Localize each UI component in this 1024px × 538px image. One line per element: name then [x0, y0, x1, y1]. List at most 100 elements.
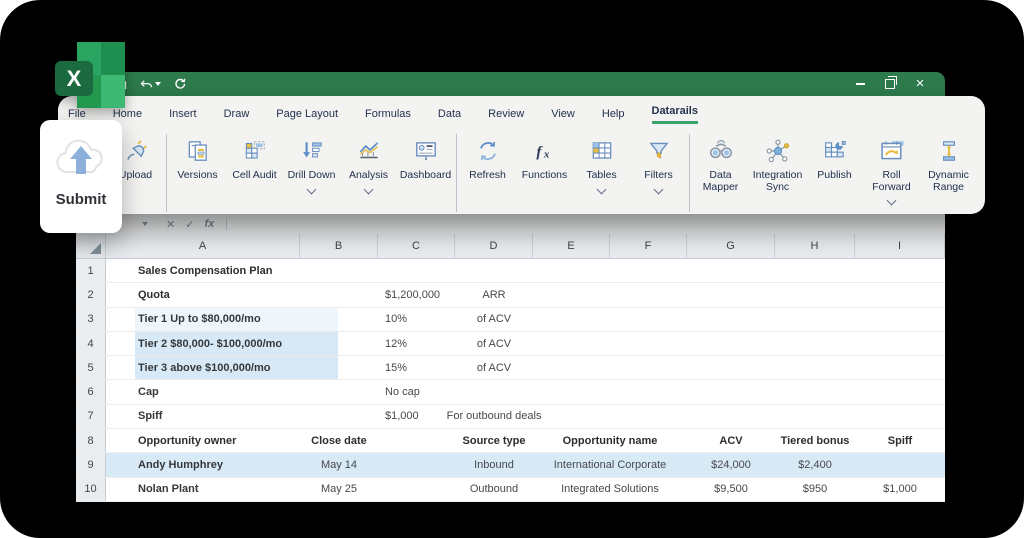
cell-D2[interactable]: ARR [455, 283, 533, 306]
cell-C2[interactable]: $1,200,000 [378, 283, 455, 306]
refresh-button[interactable]: Refresh [459, 136, 516, 193]
tab-help[interactable]: Help [602, 108, 625, 124]
chevron-down-icon[interactable] [653, 184, 664, 194]
row-header-9[interactable]: 9 [76, 453, 106, 477]
cell-A4[interactable]: Tier 2 $80,000- $100,000/mo [106, 332, 300, 355]
insert-function-icon[interactable]: fx [204, 218, 214, 230]
cell-C3[interactable]: 10% [378, 308, 455, 331]
close-button[interactable]: × [913, 76, 927, 91]
dashboard-button[interactable]: Dashboard [397, 136, 454, 193]
row-header-2[interactable]: 2 [76, 283, 106, 307]
cell-C6[interactable]: No cap [378, 380, 455, 403]
cell-G9[interactable]: $24,000 [687, 453, 775, 476]
cell-A3[interactable]: Tier 1 Up to $80,000/mo [106, 308, 300, 331]
cell-H10[interactable]: $950 [775, 478, 855, 501]
versions-button[interactable]: Versions [169, 136, 226, 193]
cell-D5[interactable]: of ACV [455, 356, 533, 379]
filters-button[interactable]: Filters [630, 136, 687, 194]
cell-D9[interactable]: Inbound [455, 453, 533, 476]
minimize-button[interactable] [853, 77, 867, 91]
row-header-4[interactable]: 4 [76, 331, 106, 356]
chevron-down-icon[interactable] [306, 184, 317, 194]
redo-icon[interactable] [174, 78, 186, 90]
tab-datarails[interactable]: Datarails [651, 105, 698, 124]
cell-H8[interactable]: Tiered bonus [775, 429, 855, 452]
cell-A2[interactable]: Quota [106, 283, 300, 306]
cell-A5[interactable]: Tier 3 above $100,000/mo [106, 356, 300, 379]
cell-A7[interactable]: Spiff [106, 405, 300, 428]
cell-B8[interactable]: Close date [300, 429, 378, 452]
row-header-3[interactable]: 3 [76, 307, 106, 331]
cell-C5[interactable]: 15% [378, 356, 455, 379]
column-header-H[interactable]: H [775, 234, 855, 258]
maximize-button[interactable] [883, 76, 897, 91]
chevron-down-icon[interactable] [363, 184, 374, 194]
tables-button[interactable]: Tables [573, 136, 630, 194]
data-mapper-button[interactable]: Data Mapper [692, 136, 749, 204]
cell-audit-icon [240, 136, 270, 166]
cell-G10[interactable]: $9,500 [687, 478, 775, 501]
cell-D3[interactable]: of ACV [455, 308, 533, 331]
chevron-down-icon[interactable] [596, 184, 607, 194]
cell-H9[interactable]: $2,400 [775, 453, 855, 476]
cell-D4[interactable]: of ACV [455, 332, 533, 355]
cell-A10[interactable]: Nolan Plant [106, 478, 300, 501]
column-header-C[interactable]: C [378, 234, 455, 258]
publish-button[interactable]: Publish [806, 136, 863, 204]
tab-page-layout[interactable]: Page Layout [276, 108, 338, 124]
tab-draw[interactable]: Draw [224, 108, 250, 124]
select-all-corner[interactable] [76, 234, 106, 258]
column-header-G[interactable]: G [687, 234, 775, 258]
column-header-B[interactable]: B [300, 234, 378, 258]
submit-button[interactable]: Submit [40, 120, 122, 233]
integration-sync-button[interactable]: Integration Sync [749, 136, 806, 204]
cell-A9[interactable]: Andy Humphrey [106, 453, 300, 476]
column-header-D[interactable]: D [455, 234, 533, 258]
column-header-I[interactable]: I [855, 234, 945, 258]
cell-audit-button[interactable]: Cell Audit [226, 136, 283, 193]
row-header-8[interactable]: 8 [76, 429, 106, 453]
cell-E9[interactable]: International Corporate [533, 453, 687, 476]
tab-review[interactable]: Review [488, 108, 524, 124]
cell-A6[interactable]: Cap [106, 380, 300, 403]
cell-E8[interactable]: Opportunity name [533, 429, 687, 452]
dynamic-range-button[interactable]: Dynamic Range [920, 136, 977, 204]
column-header-F[interactable]: F [610, 234, 687, 258]
tab-view[interactable]: View [551, 108, 575, 124]
cancel-icon[interactable]: ✕ [166, 218, 175, 231]
confirm-icon[interactable]: ✓ [185, 218, 194, 231]
sheet-row-3: 3 Tier 1 Up to $80,000/mo 10% of ACV [76, 307, 945, 332]
cell-B9[interactable]: May 14 [300, 453, 378, 476]
analysis-button[interactable]: Analysis [340, 136, 397, 194]
row-header-7[interactable]: 7 [76, 404, 106, 429]
drill-down-button[interactable]: Drill Down [283, 136, 340, 194]
row-header-1[interactable]: 1 [76, 259, 106, 283]
column-header-E[interactable]: E [533, 234, 610, 258]
chevron-down-icon[interactable] [886, 195, 897, 206]
cell-C7[interactable]: $1,000 [378, 405, 455, 428]
undo-button[interactable] [140, 79, 161, 90]
cell-D7[interactable]: For outbound deals [447, 405, 542, 428]
name-box-dropdown-icon[interactable] [142, 222, 148, 226]
cell-A8[interactable]: Opportunity owner [106, 429, 300, 452]
cell-I8[interactable]: Spiff [855, 429, 945, 452]
row-header-10[interactable]: 10 [76, 477, 106, 501]
row-header-6[interactable]: 6 [76, 380, 106, 404]
cell-A1[interactable]: Sales Compensation Plan [106, 259, 300, 282]
cell-G8[interactable]: ACV [687, 429, 775, 452]
cell-B10[interactable]: May 25 [300, 478, 378, 501]
undo-dropdown-icon[interactable] [155, 82, 161, 86]
row-header-5[interactable]: 5 [76, 356, 106, 380]
ribbon-group: Versions Cell Audit Drill Down Analysis Dash… [169, 128, 454, 194]
tab-formulas[interactable]: Formulas [365, 108, 411, 124]
cell-I10[interactable]: $1,000 [855, 478, 945, 501]
cell-D8[interactable]: Source type [455, 429, 533, 452]
cell-C4[interactable]: 12% [378, 332, 455, 355]
roll-forward-button[interactable]: Roll Forward [863, 136, 920, 206]
column-header-A[interactable]: A [106, 234, 300, 258]
tab-data[interactable]: Data [438, 108, 461, 124]
cell-D10[interactable]: Outbound [455, 478, 533, 501]
cell-E10[interactable]: Integrated Solutions [533, 478, 687, 501]
tab-insert[interactable]: Insert [169, 108, 197, 124]
functions-button[interactable]: f x Functions [516, 136, 573, 193]
